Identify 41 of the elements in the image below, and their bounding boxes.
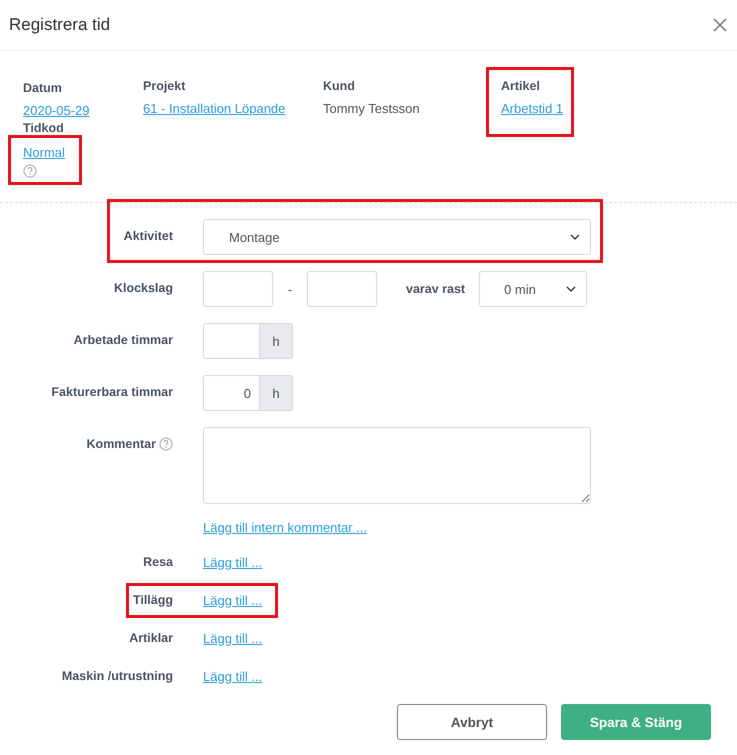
field-label: Fakturerbara timmar [51,385,173,399]
field-link[interactable]: Arbetstid 1 [501,94,564,124]
field-value: Tommy Testsson [323,100,420,118]
field-label: Artiklar [129,631,173,645]
field-label: Kommentar [86,437,156,451]
field-link[interactable]: 61 - Installation Löpande [143,94,286,124]
field-label: varav rast [406,282,466,296]
chevron-down-icon [566,286,576,292]
cancel-button[interactable]: Avbryt [397,704,547,740]
help-icon[interactable] [23,164,37,178]
field-label: Kund [323,78,355,94]
add-link[interactable]: Lägg till ... [203,669,262,685]
break-select[interactable]: 0 min [479,271,588,307]
close-icon[interactable] [713,18,727,32]
field-label: Maskin /utrustning [62,669,173,683]
field-label: Artikel [501,78,540,94]
field-label: Datum [23,80,62,96]
add-link[interactable]: Lägg till intern kommentar ... [203,520,368,536]
field-label: Resa [143,555,173,569]
field-label: Aktivitet [124,229,173,243]
add-link[interactable]: Lägg till ... [203,593,262,609]
field-label: Klockslag [114,281,173,295]
field-link[interactable]: 2020-05-29 [23,104,90,118]
separator-text: - [286,282,294,296]
field-label: Projekt [143,78,186,94]
activity-select[interactable]: Montage [203,219,591,255]
save-button[interactable]: Spara & Stäng [561,704,711,740]
hours-input[interactable]: 0 h [203,375,293,411]
add-link[interactable]: Lägg till ... [203,555,262,571]
field-label: Tillägg [132,593,173,607]
time-input[interactable] [307,271,377,307]
dialog-title: Registrera tid [9,15,110,35]
field-label: Arbetade timmar [74,333,173,347]
help-icon[interactable] [159,437,173,451]
chevron-down-icon [570,234,580,240]
field-label: Tidkod [23,120,64,136]
comment-field[interactable] [203,427,591,504]
field-link[interactable]: Normal [23,146,65,160]
hours-input[interactable]: h [203,323,293,359]
time-input[interactable] [203,271,273,307]
add-link[interactable]: Lägg till ... [203,631,262,647]
